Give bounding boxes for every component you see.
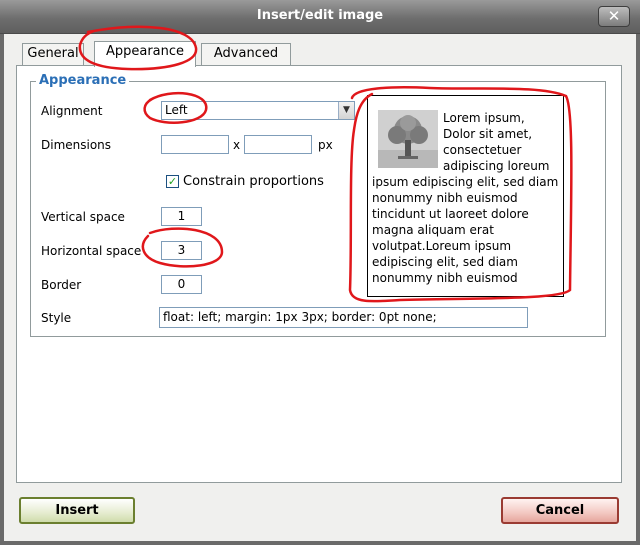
alignment-select[interactable]: Left ▼ xyxy=(161,101,355,120)
chevron-down-icon[interactable]: ▼ xyxy=(338,102,354,119)
window-border-bottom xyxy=(0,541,640,545)
height-input[interactable] xyxy=(244,135,312,154)
width-input[interactable] xyxy=(161,135,229,154)
tab-advanced[interactable]: Advanced xyxy=(201,43,291,65)
tab-appearance[interactable]: Appearance xyxy=(94,41,196,67)
dimensions-unit: px xyxy=(318,138,333,152)
dimensions-separator: x xyxy=(233,138,241,152)
border-input[interactable]: 0 xyxy=(161,275,202,294)
tree-image-icon xyxy=(378,110,438,168)
tree-image-graphic xyxy=(378,110,438,168)
preview-box: Lorem ipsum, Dolor sit amet, consectetue… xyxy=(367,95,564,297)
fieldset-legend: Appearance xyxy=(36,73,130,88)
horizontal-space-input[interactable]: 3 xyxy=(161,241,202,260)
style-label: Style xyxy=(41,311,72,325)
constrain-label: Constrain proportions xyxy=(183,174,324,189)
window-title: Insert/edit image xyxy=(256,8,384,23)
dimensions-label: Dimensions xyxy=(41,138,112,152)
vertical-space-label: Vertical space xyxy=(41,210,125,224)
tab-general[interactable]: General xyxy=(22,43,84,65)
close-button[interactable]: ✕ xyxy=(598,6,630,27)
close-icon: ✕ xyxy=(607,7,621,25)
insert-button[interactable]: Insert xyxy=(19,497,135,524)
constrain-checkbox[interactable]: ✓ xyxy=(166,175,179,188)
alignment-value: Left xyxy=(165,103,188,117)
checkmark-icon: ✓ xyxy=(167,175,178,188)
window-border-right xyxy=(636,34,640,545)
vertical-space-input[interactable]: 1 xyxy=(161,207,202,226)
cancel-button[interactable]: Cancel xyxy=(501,497,619,524)
style-input[interactable]: float: left; margin: 1px 3px; border: 0p… xyxy=(159,307,528,328)
title-bar: Insert/edit image ✕ xyxy=(0,0,640,34)
alignment-label: Alignment xyxy=(41,104,103,118)
horizontal-space-label: Horizontal space xyxy=(41,244,142,258)
border-label: Border xyxy=(41,278,82,292)
